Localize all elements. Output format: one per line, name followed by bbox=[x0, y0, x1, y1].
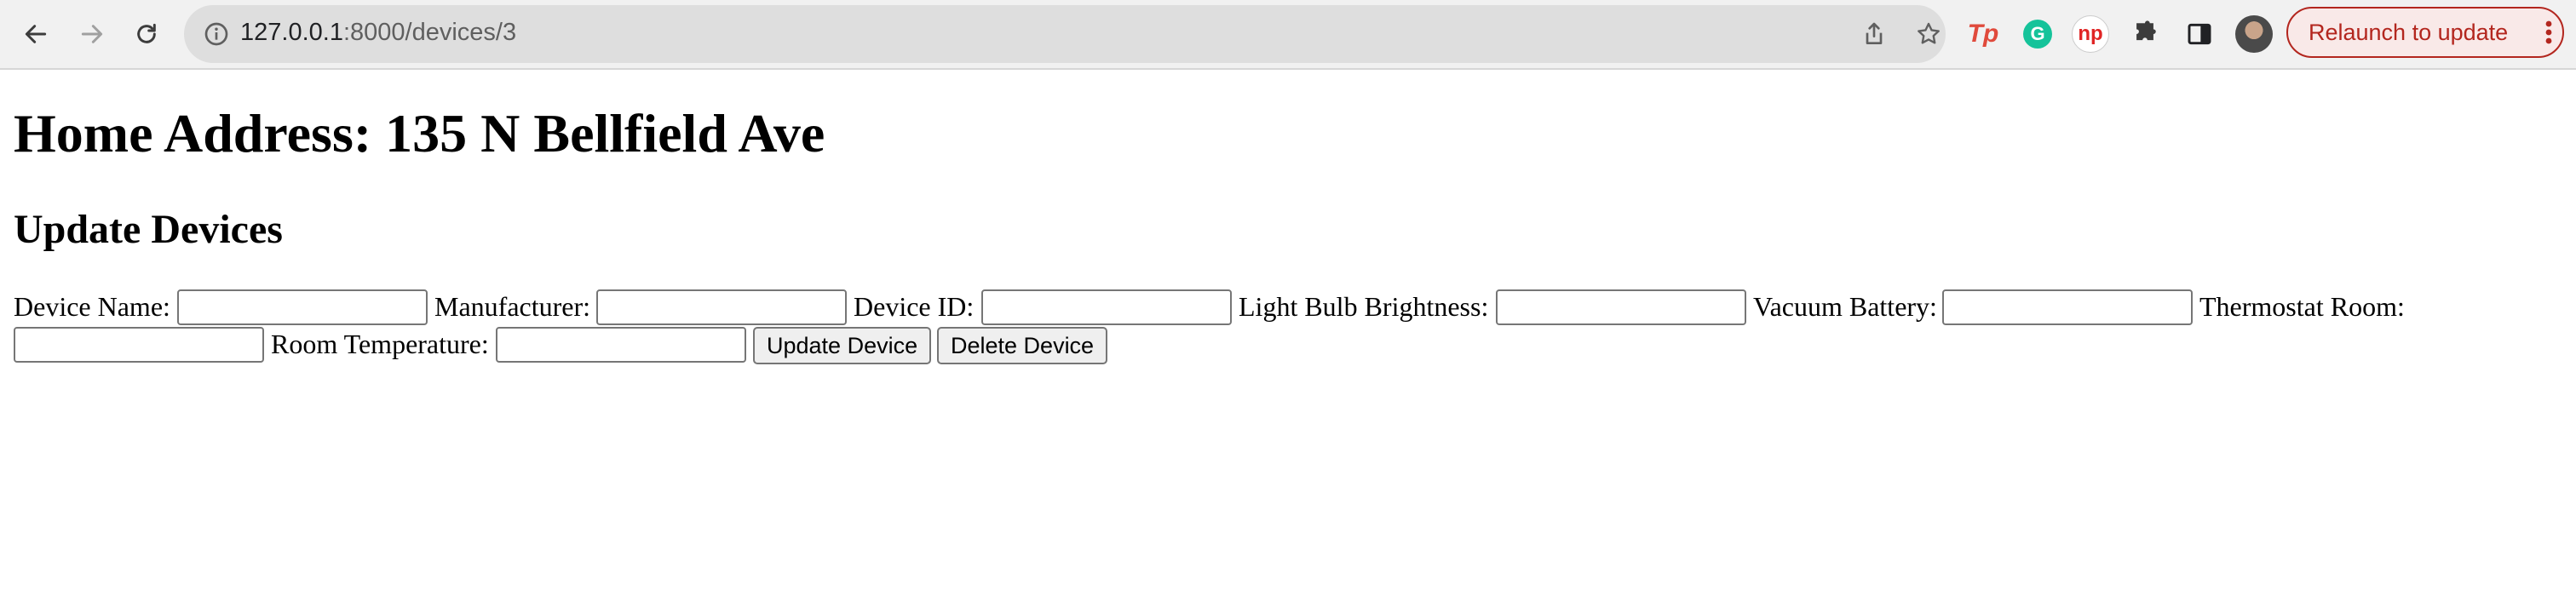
vacuum-battery-input[interactable] bbox=[1942, 289, 2193, 325]
page-title: Home Address: 135 N Bellfield Ave bbox=[14, 103, 825, 163]
url-path: :8000/devices/3 bbox=[342, 19, 517, 46]
extension-tp-icon[interactable]: Tp bbox=[1964, 15, 2002, 53]
reload-button[interactable] bbox=[128, 15, 165, 53]
forward-button[interactable] bbox=[73, 15, 111, 53]
back-arrow-icon bbox=[25, 25, 47, 43]
back-button[interactable] bbox=[17, 15, 55, 53]
site-info-icon[interactable] bbox=[203, 20, 230, 48]
extension-grammarly-label: G bbox=[2023, 20, 2052, 49]
forward-arrow-icon bbox=[81, 25, 103, 43]
device-name-input[interactable] bbox=[177, 289, 428, 325]
browser-toolbar: 127.0.0.1:8000/devices/3 Tp G np Relaunc… bbox=[0, 0, 2576, 70]
room-temperature-input[interactable] bbox=[496, 327, 746, 363]
relaunch-label: Relaunch to update bbox=[2309, 19, 2509, 45]
share-icon[interactable] bbox=[1860, 20, 1888, 48]
extension-np-label: np bbox=[2072, 15, 2109, 53]
device-id-label: Device ID: bbox=[854, 291, 975, 322]
manufacturer-label: Manufacturer: bbox=[434, 291, 591, 322]
device-id-input[interactable] bbox=[981, 289, 1232, 325]
more-menu-icon bbox=[2545, 20, 2552, 44]
address-bar[interactable]: 127.0.0.1:8000/devices/3 bbox=[184, 5, 1946, 63]
device-name-label: Device Name: bbox=[14, 291, 170, 322]
extension-np-icon[interactable]: np bbox=[2072, 15, 2109, 53]
reload-icon bbox=[137, 23, 156, 43]
extensions-puzzle-icon[interactable] bbox=[2126, 15, 2164, 53]
page-subtitle: Update Devices bbox=[14, 207, 283, 252]
vacuum-battery-label: Vacuum Battery: bbox=[1753, 291, 1937, 322]
room-temperature-label: Room Temperature: bbox=[271, 329, 489, 359]
bookmark-star-icon[interactable] bbox=[1915, 20, 1942, 48]
thermostat-room-label: Thermostat Room: bbox=[2199, 291, 2405, 322]
light-bulb-brightness-label: Light Bulb Brightness: bbox=[1239, 291, 1489, 322]
side-panel-icon[interactable] bbox=[2181, 15, 2218, 53]
relaunch-to-update-button[interactable]: Relaunch to update bbox=[2286, 7, 2564, 58]
extension-grammarly-icon[interactable]: G bbox=[2019, 15, 2056, 53]
update-device-button[interactable]: Update Device bbox=[753, 327, 932, 364]
url-host: 127.0.0.1 bbox=[240, 19, 343, 46]
delete-device-button[interactable]: Delete Device bbox=[937, 327, 1108, 364]
thermostat-room-input[interactable] bbox=[14, 327, 264, 363]
manufacturer-input[interactable] bbox=[596, 289, 847, 325]
url-text: 127.0.0.1:8000/devices/3 bbox=[240, 19, 516, 47]
profile-avatar[interactable] bbox=[2235, 15, 2273, 53]
light-bulb-brightness-input[interactable] bbox=[1496, 289, 1746, 325]
extension-tp-label: Tp bbox=[1967, 20, 1999, 48]
